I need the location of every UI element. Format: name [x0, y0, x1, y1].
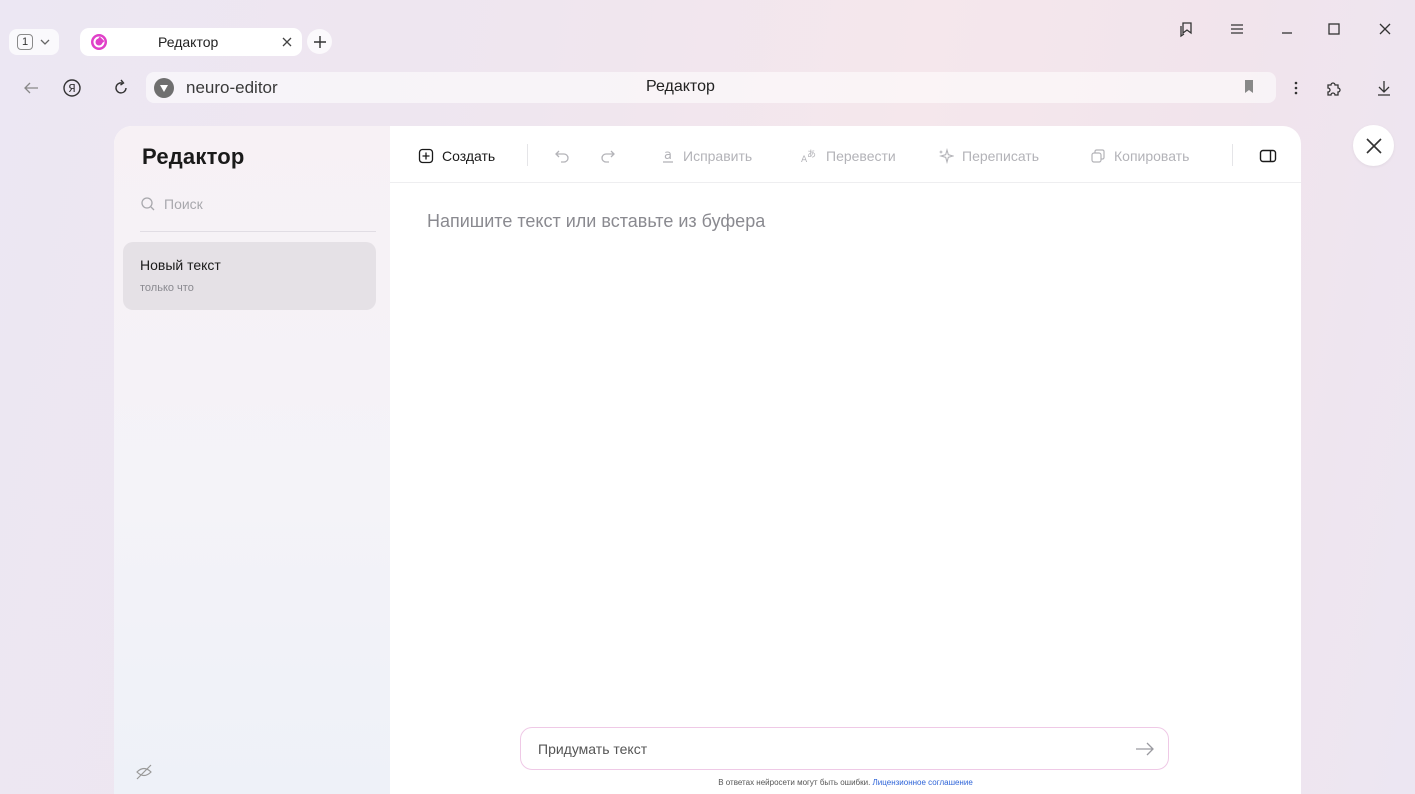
- address-url: neuro-editor: [186, 78, 278, 97]
- license-link[interactable]: Лицензионное соглашение: [873, 778, 973, 787]
- translate-icon: Aあ: [800, 148, 818, 164]
- more-icon[interactable]: [1285, 77, 1307, 99]
- redo-icon: [600, 148, 616, 164]
- document-title: Новый текст: [140, 257, 221, 273]
- svg-text:あ: あ: [807, 149, 816, 160]
- tab-count: 1: [17, 34, 33, 50]
- tab-strip: 1 Редактор: [0, 0, 1415, 60]
- plus-square-icon: [418, 148, 434, 164]
- browser-tab-active[interactable]: Редактор: [80, 28, 302, 56]
- sidebar-title: Редактор: [142, 144, 245, 169]
- download-icon[interactable]: [1373, 77, 1395, 99]
- rewrite-label: Переписать: [962, 148, 1040, 164]
- yandex-icon[interactable]: Я: [61, 77, 83, 99]
- navigation-bar: Я neuro-editor Редактор: [0, 64, 1415, 112]
- reload-icon[interactable]: [110, 77, 132, 99]
- svg-text:a: a: [664, 148, 672, 163]
- svg-text:Я: Я: [68, 82, 76, 95]
- search-input[interactable]: Поиск: [140, 196, 376, 232]
- collections-icon[interactable]: [1176, 18, 1198, 40]
- tab-title: Редактор: [158, 34, 219, 50]
- translate-button[interactable]: Aあ Перевести: [800, 145, 896, 167]
- disclaimer-text: В ответах нейросети могут быть ошибки.: [718, 778, 871, 787]
- fix-icon: a: [661, 148, 675, 164]
- fix-button[interactable]: a Исправить: [661, 145, 752, 167]
- redo-button[interactable]: [600, 145, 616, 167]
- close-panel-button[interactable]: [1353, 125, 1394, 166]
- site-icon: [154, 78, 174, 98]
- visibility-off-icon[interactable]: [134, 762, 154, 782]
- plus-icon: [313, 35, 327, 49]
- editor-toolbar: Создать a Исправить Aあ Перевести Перепис…: [390, 126, 1301, 183]
- send-arrow-icon[interactable]: [1134, 739, 1156, 759]
- extensions-icon[interactable]: [1323, 77, 1345, 99]
- close-icon[interactable]: [280, 35, 294, 49]
- prompt-placeholder: Придумать текст: [538, 741, 648, 757]
- copy-label: Копировать: [1114, 148, 1190, 164]
- maximize-icon[interactable]: [1323, 18, 1345, 40]
- address-page-title: Редактор: [646, 78, 715, 95]
- toolbar-divider: [1232, 144, 1233, 166]
- editor-favicon-icon: [90, 33, 108, 51]
- copy-button[interactable]: Копировать: [1090, 145, 1189, 167]
- rewrite-button[interactable]: Переписать: [938, 145, 1039, 167]
- create-label: Создать: [442, 148, 496, 164]
- editor-text-area[interactable]: Напишите текст или вставьте из буфера: [427, 211, 765, 232]
- disclaimer: В ответах нейросети могут быть ошибки. Л…: [390, 778, 1301, 787]
- chevron-down-icon: [39, 36, 51, 48]
- document-time: только что: [140, 282, 194, 294]
- sparkle-icon: [938, 148, 954, 164]
- editor-app: Редактор Поиск Новый текст только что Со…: [114, 126, 1301, 794]
- undo-icon: [554, 148, 570, 164]
- editor-main: Создать a Исправить Aあ Перевести Перепис…: [390, 126, 1301, 794]
- undo-button[interactable]: [554, 145, 570, 167]
- tab-counter-button[interactable]: 1: [9, 29, 59, 55]
- toolbar-divider: [527, 144, 528, 166]
- translate-label: Перевести: [826, 148, 896, 164]
- document-list-item[interactable]: Новый текст только что: [123, 242, 376, 310]
- address-bar[interactable]: neuro-editor Редактор: [146, 72, 1276, 103]
- sidebar: Редактор Поиск Новый текст только что: [114, 126, 390, 794]
- minimize-icon[interactable]: [1276, 18, 1298, 40]
- panel-toggle-button[interactable]: [1259, 145, 1277, 167]
- copy-icon: [1090, 148, 1106, 164]
- new-tab-button[interactable]: [307, 29, 332, 54]
- bookmark-icon[interactable]: [1242, 79, 1256, 95]
- menu-icon[interactable]: [1226, 18, 1248, 40]
- close-window-icon[interactable]: [1374, 18, 1396, 40]
- search-icon: [140, 196, 156, 212]
- back-arrow-icon[interactable]: [20, 77, 42, 99]
- fix-label: Исправить: [683, 148, 753, 164]
- search-placeholder: Поиск: [164, 196, 203, 212]
- panel-toggle-icon: [1259, 148, 1277, 164]
- prompt-input[interactable]: Придумать текст: [520, 727, 1169, 770]
- create-button[interactable]: Создать: [418, 145, 495, 167]
- close-icon: [1365, 137, 1383, 155]
